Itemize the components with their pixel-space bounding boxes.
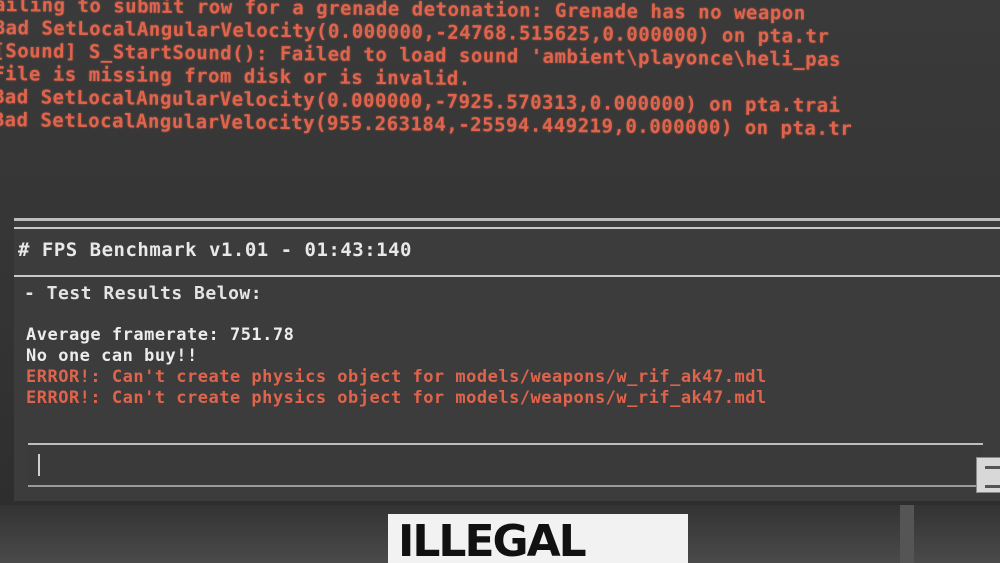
sticker: ILLEGAL: [388, 514, 688, 563]
monitor-screen: ailing to submit row for a grenade deton…: [0, 0, 1000, 505]
divider: [14, 275, 1000, 277]
text-caret: [38, 454, 40, 476]
console-log-background: ailing to submit row for a grenade deton…: [0, 0, 1000, 143]
submit-icon: [985, 466, 1000, 488]
output-line: No one can buy!!: [26, 346, 198, 366]
console-input[interactable]: [28, 443, 983, 487]
console-panel: # FPS Benchmark v1.01 - 01:43:140 - Test…: [14, 218, 1000, 501]
error-line: ERROR!: Can't create physics object for …: [26, 367, 767, 387]
monitor-stand: [900, 505, 914, 563]
submit-button[interactable]: [976, 457, 1000, 493]
output-line: Average framerate: 751.78: [26, 325, 295, 345]
sticker-text: ILLEGAL: [398, 516, 587, 563]
console-output: Average framerate: 751.78 No one can buy…: [26, 325, 767, 409]
divider: [14, 227, 1000, 229]
panel-title: # FPS Benchmark v1.01 - 01:43:140: [18, 239, 412, 261]
results-heading: - Test Results Below:: [24, 283, 263, 304]
error-line: ERROR!: Can't create physics object for …: [26, 388, 767, 408]
